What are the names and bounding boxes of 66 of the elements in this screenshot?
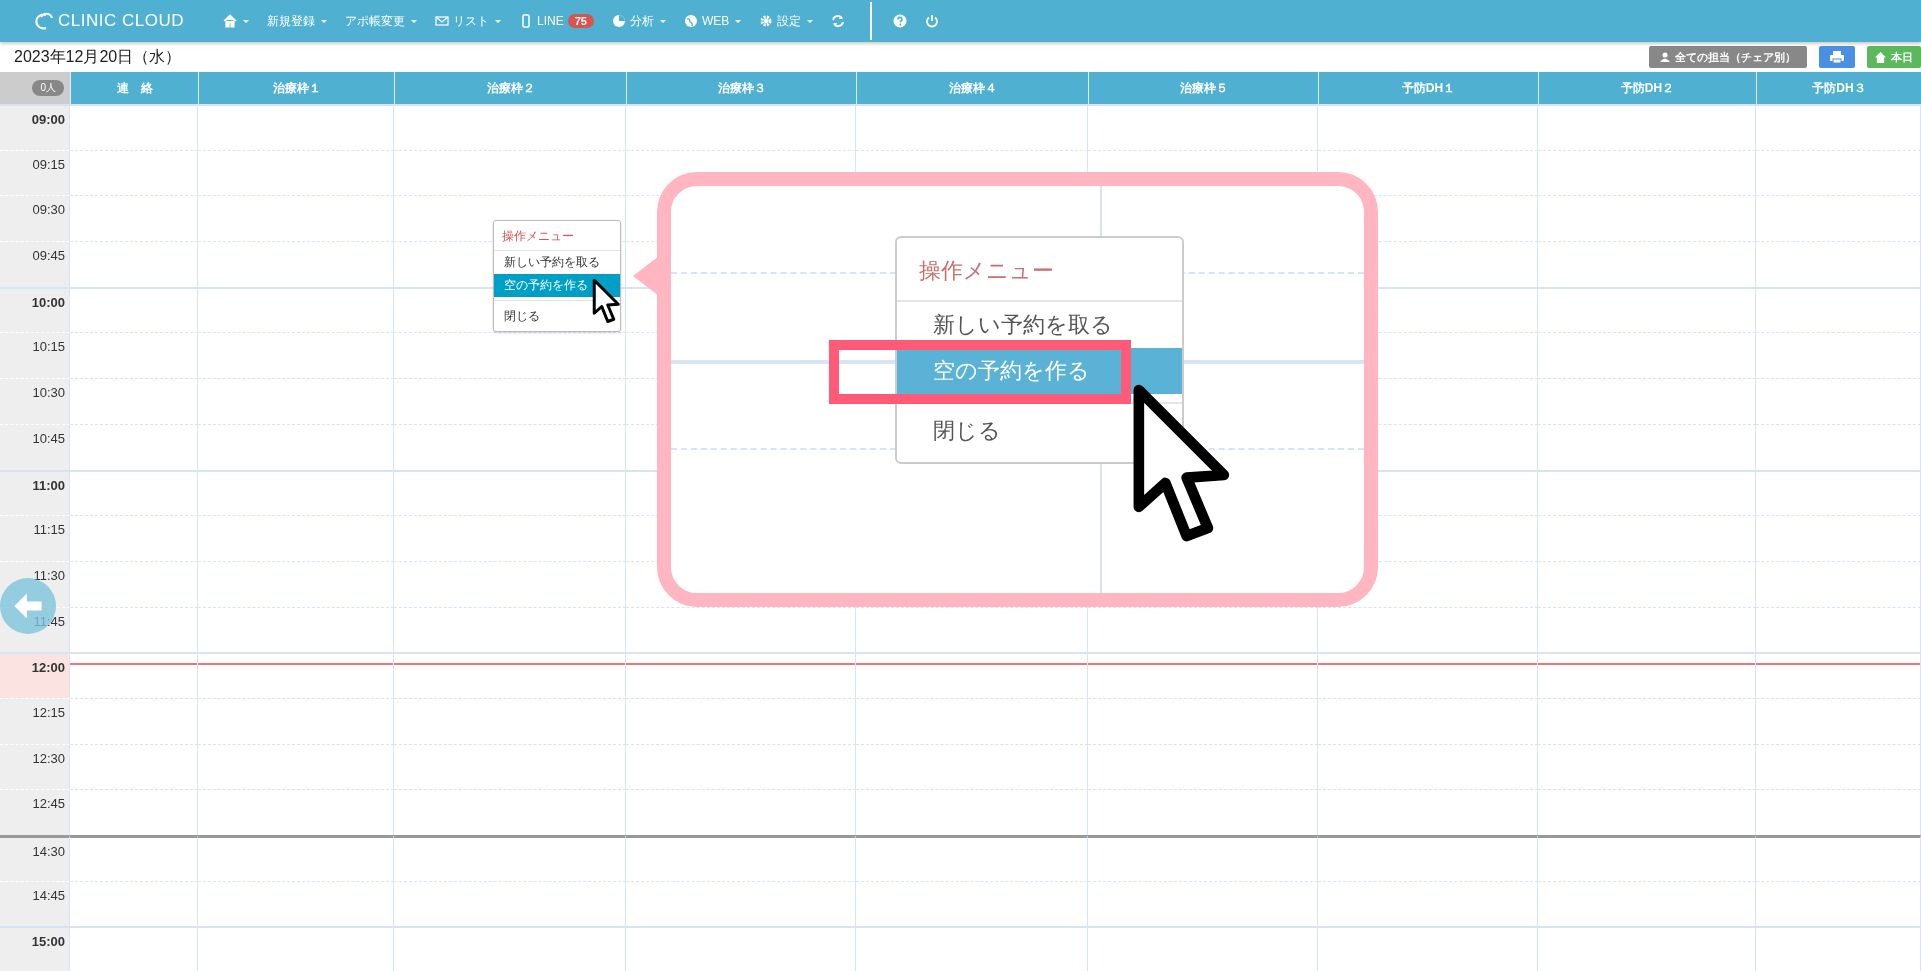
schedule-slot[interactable] xyxy=(1088,835,1318,881)
time-label: 11:30 xyxy=(33,567,65,583)
schedule-slot[interactable] xyxy=(198,835,394,881)
column-header: 予防DH３ xyxy=(1756,72,1921,104)
column-header: 予防DH１ xyxy=(1318,72,1538,104)
schedule-slot[interactable] xyxy=(1538,835,1756,881)
help-icon xyxy=(893,14,908,28)
menu-item[interactable]: 空の予約を作る xyxy=(494,274,620,297)
column-header: 治療枠４ xyxy=(856,72,1088,104)
cloud-icon xyxy=(32,11,56,31)
schedule-slot[interactable] xyxy=(626,835,856,881)
time-label: 15:00 xyxy=(31,934,65,950)
person-icon xyxy=(1660,52,1670,62)
printer-icon xyxy=(1830,51,1844,63)
settings-icon xyxy=(759,14,774,28)
home-icon xyxy=(1875,51,1886,63)
count-badge: 0人 xyxy=(32,80,64,96)
menu-item[interactable]: 新しい予約を取る xyxy=(494,251,620,274)
time-label: 09:30 xyxy=(32,202,65,218)
time-label: 14:30 xyxy=(32,844,65,859)
date-title: 2023年12月20日（水） xyxy=(14,46,182,67)
app-logo: CLINIC CLOUD xyxy=(58,11,184,31)
pie-chart-icon xyxy=(611,14,626,28)
column-header: 治療枠５ xyxy=(1088,72,1318,104)
time-label: 12:15 xyxy=(32,704,65,720)
menu-title: 操作メニュー xyxy=(897,246,1182,302)
column-header: 予防DH２ xyxy=(1538,72,1756,104)
time-label: 09:00 xyxy=(31,112,65,127)
column-header: 連 絡 xyxy=(70,72,198,104)
time-label: 14:45 xyxy=(32,887,65,903)
nav-menu[interactable]: 新規登録 xyxy=(257,0,336,42)
schedule-slot[interactable] xyxy=(394,835,626,881)
time-label: 12:30 xyxy=(32,750,65,766)
column-header: 治療枠３ xyxy=(626,72,856,104)
today-button[interactable]: 本日 xyxy=(1867,46,1921,68)
time-label: 09:45 xyxy=(32,248,65,264)
time-label: 11:00 xyxy=(32,477,65,493)
envelope-icon xyxy=(434,14,449,28)
print-button[interactable] xyxy=(1819,46,1855,68)
time-label: 10:30 xyxy=(32,385,65,401)
nav-menu[interactable]: 分析 xyxy=(602,0,675,42)
schedule-slot[interactable] xyxy=(1756,835,1921,881)
time-label: 11:15 xyxy=(33,522,65,538)
schedule-slot[interactable] xyxy=(856,835,1088,881)
time-label: 12:45 xyxy=(32,796,65,812)
nav-menu[interactable]: WEB xyxy=(674,0,751,42)
nav-menu[interactable]: LINE 75 xyxy=(509,0,603,42)
time-label: 12:00 xyxy=(31,660,65,676)
time-label: 09:15 xyxy=(32,156,65,172)
column-header: 治療枠１ xyxy=(198,72,394,104)
globe-icon xyxy=(683,14,698,28)
count-badge: 75 xyxy=(567,14,594,28)
home-icon xyxy=(222,14,237,28)
staff-filter-button[interactable]: 全ての担当（チェア別） xyxy=(1649,46,1807,68)
time-label: 10:00 xyxy=(31,294,65,310)
schedule-slot[interactable] xyxy=(70,835,198,881)
column-header: 治療枠２ xyxy=(394,72,626,104)
nav-menu[interactable]: アポ帳変更 xyxy=(335,0,426,42)
schedule-slot[interactable] xyxy=(1318,835,1538,881)
time-label: 10:45 xyxy=(32,430,65,446)
menu-title: 操作メニュー xyxy=(494,224,620,251)
power-icon xyxy=(925,14,940,28)
time-label: 10:15 xyxy=(32,339,65,355)
refresh-icon xyxy=(831,14,846,28)
nav-menu[interactable]: 設定 xyxy=(750,0,823,42)
nav-menu[interactable]: リスト xyxy=(425,0,510,42)
